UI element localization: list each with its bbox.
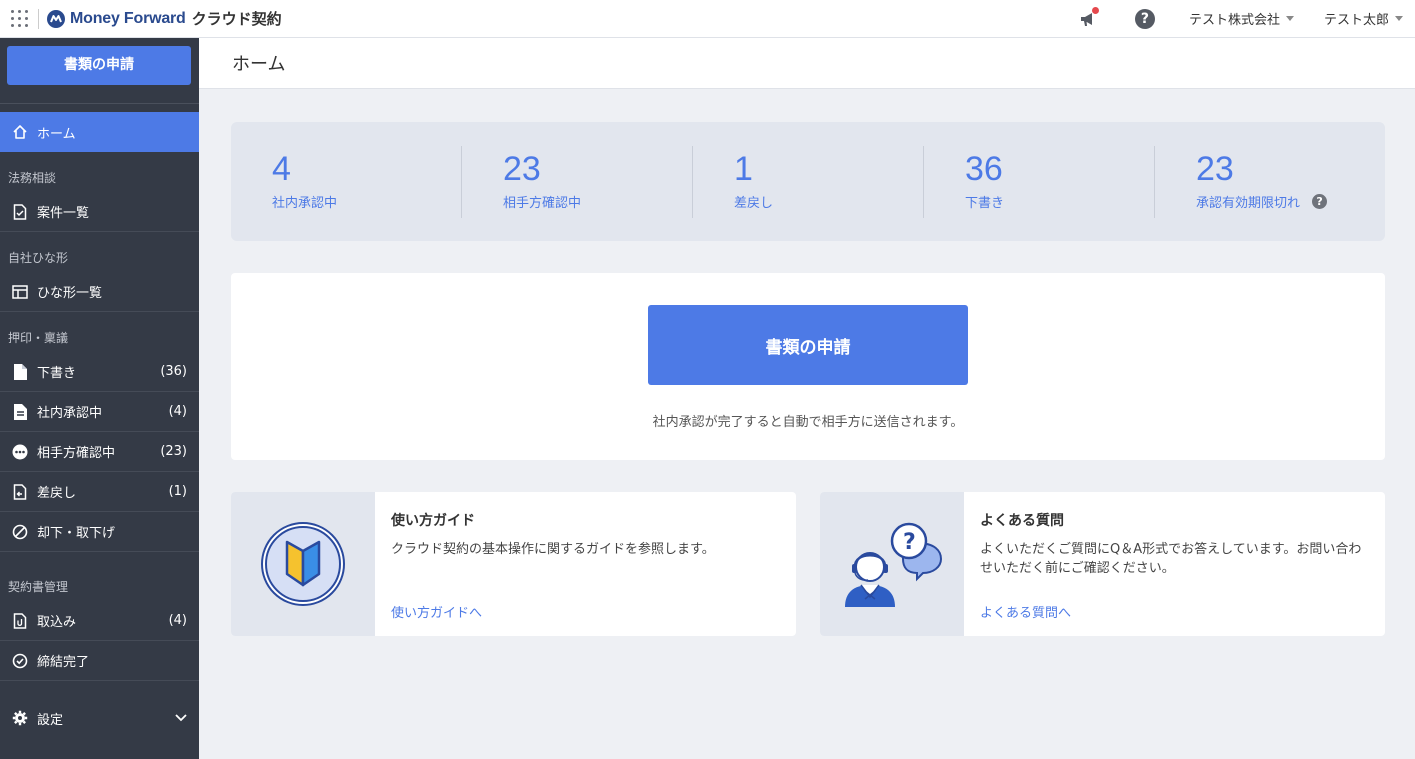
stat-value: 23 [503, 149, 541, 188]
help-button[interactable]: ? [1125, 0, 1165, 38]
guide-description: クラウド契約の基本操作に関するガイドを参照します。 [391, 542, 715, 557]
help-icon[interactable]: ? [1312, 193, 1328, 209]
ban-icon [12, 524, 28, 540]
top-bar: Money Forward クラウド契約 ? テスト株式会社 テスト太郎 [0, 0, 1415, 38]
page-title: ホーム [199, 38, 1415, 89]
sidebar: 書類の申請 ホーム 法務相談 案件一覧 自社ひな形 ひな形一覧 押印・稟議 下書… [0, 38, 199, 759]
sidebar-item-label: 差戻し [37, 486, 77, 501]
guide-card: 使い方ガイド クラウド契約の基本操作に関するガイドを参照します。 使い方ガイドへ [231, 492, 796, 636]
announcement-button[interactable] [1069, 0, 1109, 38]
stat-value: 23 [1196, 149, 1234, 188]
sidebar-item-count: (4) [168, 613, 187, 628]
sidebar-item-label: ひな形一覧 [37, 286, 103, 301]
stat-label: 相手方確認中 [503, 195, 582, 211]
faq-illustration: ? [820, 492, 964, 636]
stat-label: 社内承認中 [272, 195, 338, 211]
beginner-mark-icon [261, 522, 345, 606]
svg-text:?: ? [903, 530, 916, 555]
sidebar-item-label: 下書き [37, 366, 77, 381]
chevron-down-icon [1395, 16, 1403, 21]
notification-dot [1091, 6, 1099, 14]
sidebar-item-label: 社内承認中 [37, 406, 103, 421]
sidebar-section-contracts: 契約書管理 [8, 580, 69, 594]
brand-product: クラウド契約 [191, 10, 282, 28]
help-icon: ? [1134, 8, 1155, 29]
more-circle-icon [12, 444, 28, 460]
support-agent-icon: ? [845, 522, 943, 607]
sidebar-item-settings[interactable]: 設定 [0, 698, 199, 738]
sidebar-item-concluded[interactable]: 締結完了 [0, 641, 199, 681]
sidebar-item-label: 案件一覧 [37, 206, 90, 221]
sidebar-item-rejected[interactable]: 却下・取下げ [0, 512, 199, 552]
home-icon [12, 124, 28, 140]
sidebar-item-label: 却下・取下げ [37, 526, 116, 541]
guide-illustration [231, 492, 375, 636]
guide-link[interactable]: 使い方ガイドへ [391, 602, 482, 621]
file-attach-icon [12, 612, 28, 629]
gear-icon [12, 710, 28, 726]
stat-returned[interactable]: 1 差戻し [693, 145, 924, 218]
stat-internal-approval[interactable]: 4 社内承認中 [231, 145, 462, 218]
stat-label: 承認有効期限切れ [1196, 195, 1301, 211]
sidebar-item-label: ホーム [37, 126, 76, 142]
sidebar-item-cases[interactable]: 案件一覧 [0, 192, 199, 232]
company-dropdown[interactable]: テスト株式会社 [1177, 0, 1306, 38]
sidebar-item-label: 取込み [37, 615, 77, 630]
guide-title: 使い方ガイド [391, 513, 475, 529]
sidebar-item-home[interactable]: ホーム [0, 112, 199, 152]
sidebar-item-count: (36) [160, 364, 187, 379]
sidebar-item-returned[interactable]: 差戻し (1) [0, 472, 199, 512]
faq-description: よくいただくご質問にQ＆A形式でお答えしています。お問い合わせいただく前にご確認… [980, 542, 1362, 576]
chevron-down-icon [1285, 16, 1294, 21]
sidebar-item-label: 設定 [37, 712, 64, 728]
apps-grid-icon[interactable] [0, 0, 38, 38]
sidebar-item-templates[interactable]: ひな形一覧 [0, 272, 199, 312]
user-name: テスト太郎 [1323, 13, 1389, 28]
brand-name: Money Forward [70, 9, 186, 27]
sidebar-section-templates: 自社ひな形 [8, 251, 69, 265]
stat-value: 1 [734, 149, 753, 188]
stat-value: 4 [272, 149, 291, 188]
apply-document-button[interactable]: 書類の申請 [648, 305, 968, 385]
layout-icon [12, 284, 28, 300]
status-summary: 4 社内承認中 23 相手方確認中 1 差戻し 36 下書き 23 承認有効期限… [231, 122, 1385, 241]
money-forward-logo-icon [47, 9, 65, 28]
document-check-icon [12, 203, 28, 220]
brand-divider [38, 8, 39, 29]
brand-logo[interactable]: Money Forward クラウド契約 [46, 8, 282, 29]
stat-partner-review[interactable]: 23 相手方確認中 [462, 145, 693, 218]
stat-label: 下書き [965, 195, 1005, 211]
stat-value: 36 [965, 149, 1003, 188]
company-name: テスト株式会社 [1188, 13, 1280, 28]
sidebar-item-count: (23) [160, 444, 187, 459]
sidebar-item-count: (4) [168, 404, 187, 419]
sidebar-item-label: 相手方確認中 [37, 446, 116, 461]
apply-note: 社内承認が完了すると自動で相手方に送信されます。 [652, 415, 964, 430]
check-circle-icon [12, 653, 28, 669]
faq-link[interactable]: よくある質問へ [980, 602, 1071, 621]
sidebar-item-imported[interactable]: 取込み (4) [0, 601, 199, 641]
file-return-icon [12, 483, 28, 500]
faq-title: よくある質問 [980, 513, 1064, 529]
stat-expired[interactable]: 23 承認有効期限切れ ? [1155, 146, 1385, 218]
apply-card: 書類の申請 社内承認が完了すると自動で相手方に送信されます。 [231, 273, 1385, 460]
user-dropdown[interactable]: テスト太郎 [1312, 0, 1415, 38]
sidebar-item-partner-review[interactable]: 相手方確認中 (23) [0, 432, 199, 472]
sidebar-item-label: 締結完了 [37, 655, 90, 670]
chevron-down-icon [175, 711, 187, 726]
sidebar-section-legal: 法務相談 [8, 171, 57, 185]
sidebar-item-internal-approval[interactable]: 社内承認中 (4) [0, 392, 199, 432]
stat-drafts[interactable]: 36 下書き [924, 145, 1155, 218]
file-icon [12, 363, 28, 380]
stat-label: 差戻し [734, 195, 774, 211]
sidebar-apply-button[interactable]: 書類の申請 [7, 46, 191, 85]
sidebar-item-count: (1) [168, 484, 187, 499]
faq-card: ? よくある質問 よくいただくご質問にQ＆A形式でお答えしています。お問い合わせ… [820, 492, 1385, 636]
sidebar-item-drafts[interactable]: 下書き (36) [0, 352, 199, 392]
sidebar-section-seal: 押印・稟議 [8, 331, 69, 345]
file-text-icon [12, 403, 28, 420]
